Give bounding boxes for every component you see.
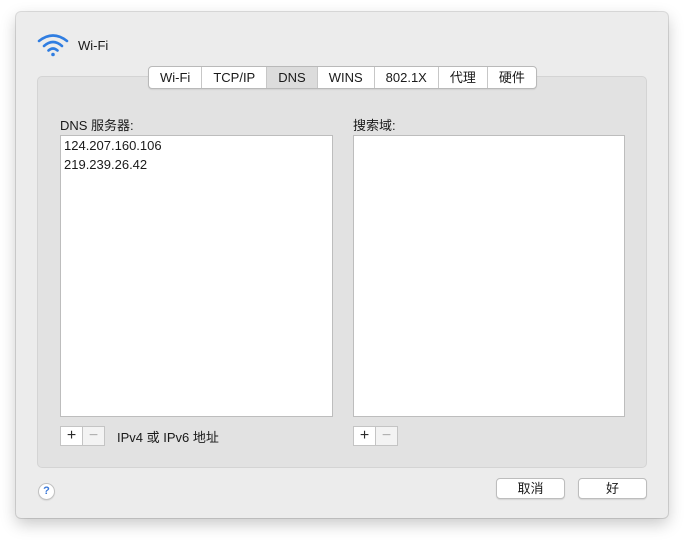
dns-server-row[interactable]: 124.207.160.106 — [61, 136, 332, 155]
ok-button[interactable]: 好 — [578, 478, 647, 499]
search-domains-list[interactable] — [353, 135, 625, 417]
title-row: Wi-Fi — [36, 33, 108, 57]
tab-wifi[interactable]: Wi-Fi — [149, 67, 201, 88]
dns-remove-button[interactable]: − — [82, 427, 104, 445]
cancel-button[interactable]: 取消 — [496, 478, 565, 499]
tab-dns[interactable]: DNS — [266, 67, 317, 88]
tab-proxies[interactable]: 代理 — [437, 67, 487, 88]
window-title: Wi-Fi — [78, 37, 109, 53]
tab-wins[interactable]: WINS — [316, 67, 374, 88]
search-domain-remove-button[interactable]: − — [375, 427, 397, 445]
dns-add-remove-control: + − — [60, 426, 105, 446]
dns-add-button[interactable]: + — [61, 427, 82, 445]
tab-tcpip[interactable]: TCP/IP — [201, 67, 266, 88]
dns-server-row[interactable]: 219.239.26.42 — [61, 155, 332, 174]
search-domains-label: 搜索域: — [353, 118, 396, 133]
tab-8021x[interactable]: 802.1X — [373, 67, 438, 88]
network-advanced-sheet: Wi-Fi Wi-Fi TCP/IP DNS WINS 802.1X 代理 硬件… — [16, 12, 668, 518]
dns-servers-list[interactable]: 124.207.160.106 219.239.26.42 — [60, 135, 333, 417]
search-domain-add-button[interactable]: + — [354, 427, 375, 445]
search-domains-add-remove-control: + − — [353, 426, 398, 446]
wifi-icon — [37, 34, 69, 57]
tab-hardware[interactable]: 硬件 — [486, 67, 536, 88]
dns-address-hint: IPv4 或 IPv6 地址 — [117, 430, 219, 445]
dns-servers-label: DNS 服务器: — [60, 118, 134, 133]
tab-bar: Wi-Fi TCP/IP DNS WINS 802.1X 代理 硬件 — [148, 66, 537, 89]
help-button[interactable]: ? — [38, 483, 55, 500]
